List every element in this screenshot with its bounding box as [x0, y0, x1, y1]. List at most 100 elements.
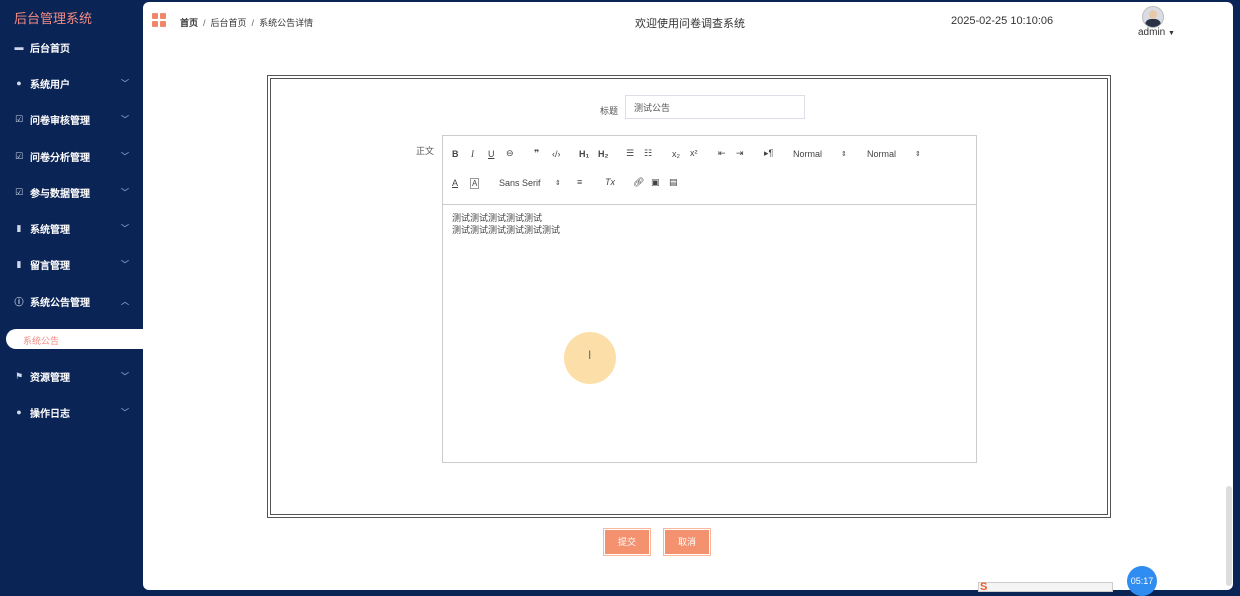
- form-inner-frame: 标题 测试公告 正文 B I U ⊖ ❞ ‹/› H₁ H₂ ☰ ☷ x₂ x²: [270, 78, 1108, 515]
- underline-icon[interactable]: U: [488, 149, 495, 159]
- sidebar-item-label: 系统用户: [30, 79, 70, 91]
- sidebar-subitem-label: 系统公告: [23, 336, 60, 346]
- heading2-icon[interactable]: H₂: [598, 149, 609, 159]
- breadcrumb-dashboard[interactable]: 后台首页: [211, 18, 247, 28]
- sidebar-item-label: 系统公告管理: [30, 297, 90, 309]
- checkbox-icon: ☑: [14, 186, 24, 197]
- user-icon: ●: [16, 407, 22, 417]
- italic-icon[interactable]: I: [471, 149, 474, 159]
- cursor-highlight: I: [564, 332, 616, 384]
- sidebar-item-label: 操作日志: [30, 408, 70, 420]
- monitor-icon: ▬: [14, 42, 24, 52]
- video-icon[interactable]: ▤: [669, 177, 678, 188]
- content-line: 测试测试测试测试测试: [452, 213, 543, 223]
- superscript-icon[interactable]: x²: [690, 148, 698, 158]
- select-arrows-icon: ⇕: [555, 180, 561, 187]
- size-select-value: Normal: [867, 149, 897, 159]
- chevron-down-icon: ﹀: [121, 408, 129, 417]
- chevron-down-icon: ﹀: [121, 188, 129, 197]
- sidebar-item-system[interactable]: ▮ 系统管理 ﹀: [0, 210, 143, 246]
- flag-icon: ⚑: [14, 370, 24, 381]
- sidebar-item-label: 参与数据管理: [30, 188, 90, 200]
- scrollbar[interactable]: [1226, 486, 1232, 586]
- ime-logo-icon[interactable]: S: [980, 581, 994, 593]
- datetime-display: 2025-02-25 10:10:06: [951, 15, 1054, 27]
- bar-chart-icon: ▮: [16, 258, 22, 269]
- sidebar-subitem-announcement[interactable]: 系统公告: [6, 329, 146, 349]
- caret-down-icon: ▼: [1168, 30, 1175, 37]
- link-icon[interactable]: 🔗︎: [633, 177, 644, 188]
- font-select[interactable]: Sans Serif ⇕: [499, 178, 569, 188]
- image-icon[interactable]: ▣: [651, 177, 660, 188]
- system-tray: [978, 582, 1113, 592]
- chevron-down-icon: ﹀: [121, 372, 129, 381]
- top-bar: 首页 / 后台首页 / 系统公告详情 欢迎使用问卷调查系统 2025-02-25 10:…: [143, 2, 1233, 42]
- content-line: 测试测试测试测试测试测试: [452, 225, 561, 235]
- align-icon[interactable]: ≡: [577, 177, 582, 187]
- sidebar-item-logs[interactable]: ● 操作日志 ﹀: [0, 394, 143, 430]
- avatar[interactable]: [1142, 6, 1164, 28]
- text-cursor-icon: I: [588, 348, 592, 362]
- background-color-icon[interactable]: A: [470, 178, 480, 189]
- chevron-up-icon: ︿: [121, 297, 129, 306]
- chevron-down-icon: ﹀: [121, 224, 129, 233]
- chevron-down-icon: ﹀: [121, 260, 129, 269]
- clear-format-icon[interactable]: Tx: [605, 177, 615, 187]
- heading1-icon[interactable]: H₁: [579, 149, 589, 159]
- select-arrows-icon: ⇕: [915, 151, 921, 158]
- sidebar-item-survey-analysis[interactable]: ☑ 问卷分析管理 ﹀: [0, 138, 143, 174]
- title-input[interactable]: 测试公告: [625, 95, 805, 119]
- user-icon: ●: [16, 78, 22, 88]
- indent-decrease-icon[interactable]: ⇤: [718, 148, 726, 159]
- submit-button[interactable]: 提交: [603, 528, 651, 556]
- user-menu[interactable]: admin ▼: [1138, 27, 1175, 38]
- bullet-list-icon[interactable]: ☷: [644, 148, 652, 159]
- rich-text-editor[interactable]: B I U ⊖ ❞ ‹/› H₁ H₂ ☰ ☷ x₂ x² ⇤ ⇥ ▸¶ Nor…: [442, 135, 977, 463]
- blockquote-icon[interactable]: ❞: [534, 148, 539, 159]
- sidebar-item-participation[interactable]: ☑ 参与数据管理 ﹀: [0, 174, 143, 210]
- header-select[interactable]: Normal ⇕: [793, 149, 853, 159]
- body-label: 正文: [416, 146, 435, 156]
- breadcrumb: 首页 / 后台首页 / 系统公告详情: [180, 18, 314, 28]
- main-panel: 首页 / 后台首页 / 系统公告详情 欢迎使用问卷调查系统 2025-02-25 10:…: [143, 2, 1233, 590]
- menu-grid-icon[interactable]: [152, 13, 166, 27]
- sidebar-item-label: 后台首页: [30, 43, 70, 55]
- breadcrumb-current: 系统公告详情: [259, 18, 314, 28]
- sidebar-item-messages[interactable]: ▮ 留言管理 ﹀: [0, 246, 143, 282]
- subscript-icon[interactable]: x₂: [672, 149, 680, 159]
- info-icon: ⓘ: [14, 296, 24, 307]
- sidebar-item-label: 留言管理: [30, 260, 70, 272]
- sidebar-item-users[interactable]: ● 系统用户 ﹀: [0, 65, 143, 101]
- brand-title: 后台管理系统: [14, 11, 93, 26]
- size-select[interactable]: Normal ⇕: [867, 149, 927, 159]
- cancel-button[interactable]: 取消: [663, 528, 711, 556]
- checkbox-icon: ☑: [14, 113, 24, 124]
- font-color-icon[interactable]: A: [452, 178, 458, 188]
- sidebar-item-home[interactable]: ▬ 后台首页: [0, 29, 143, 65]
- bold-icon[interactable]: B: [452, 149, 459, 159]
- code-block-icon[interactable]: ‹/›: [552, 149, 561, 159]
- bar-chart-icon: ▮: [16, 222, 22, 233]
- chevron-down-icon: ﹀: [121, 79, 129, 88]
- editor-toolbar: B I U ⊖ ❞ ‹/› H₁ H₂ ☰ ☷ x₂ x² ⇤ ⇥ ▸¶ Nor…: [443, 136, 976, 205]
- strike-icon[interactable]: ⊖: [506, 148, 514, 159]
- rtl-direction-icon[interactable]: ▸¶: [764, 148, 773, 159]
- font-select-value: Sans Serif: [499, 178, 541, 188]
- indent-increase-icon[interactable]: ⇥: [736, 148, 744, 159]
- ordered-list-icon[interactable]: ☰: [626, 148, 634, 159]
- breadcrumb-home[interactable]: 首页: [180, 18, 198, 28]
- select-arrows-icon: ⇕: [841, 151, 847, 158]
- sidebar: 后台管理系统 ▬ 后台首页 ● 系统用户 ﹀ ☑ 问卷审核管理 ﹀ ☑ 问卷分析…: [0, 0, 146, 592]
- sidebar-item-label: 问卷分析管理: [30, 152, 90, 164]
- username: admin: [1138, 27, 1166, 38]
- sidebar-item-resources[interactable]: ⚑ 资源管理 ﹀: [0, 358, 143, 394]
- chevron-down-icon: ﹀: [121, 115, 129, 124]
- editor-content[interactable]: 测试测试测试测试测试 测试测试测试测试测试测试: [452, 212, 560, 236]
- title-label: 标题: [600, 106, 619, 116]
- sidebar-item-announcements[interactable]: ⓘ 系统公告管理 ︿: [0, 283, 143, 319]
- sidebar-item-label: 系统管理: [30, 224, 70, 236]
- header-select-value: Normal: [793, 149, 823, 159]
- welcome-text: 欢迎使用问卷调查系统: [635, 18, 745, 30]
- sidebar-item-label: 资源管理: [30, 372, 70, 384]
- sidebar-item-survey-review[interactable]: ☑ 问卷审核管理 ﹀: [0, 101, 143, 137]
